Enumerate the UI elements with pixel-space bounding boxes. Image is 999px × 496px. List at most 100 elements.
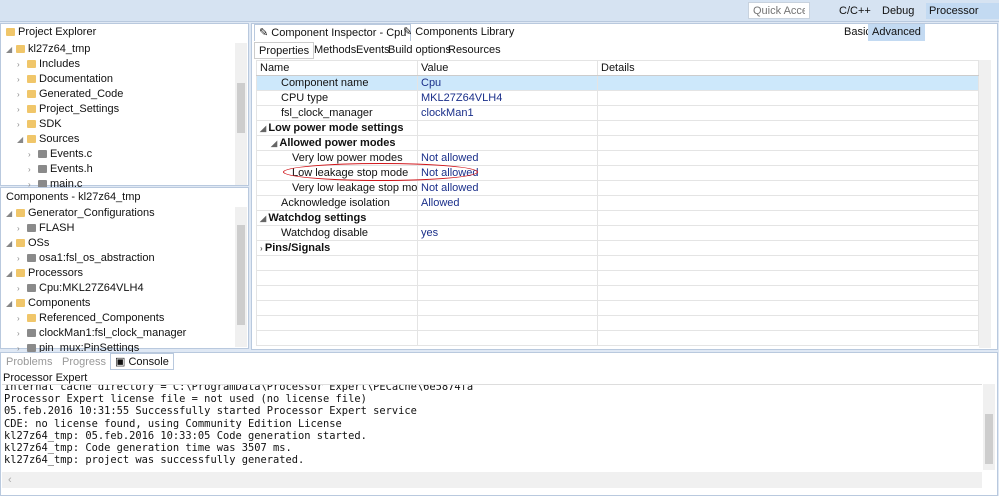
tree-item[interactable]: › Cpu:MKL27Z64VLH4 bbox=[17, 281, 144, 296]
tree-item[interactable]: › Project_Settings bbox=[17, 102, 119, 117]
property-details bbox=[597, 210, 979, 226]
collapsed-arrow-icon[interactable]: › bbox=[17, 221, 27, 236]
mode-advanced-button[interactable]: Advanced bbox=[868, 24, 925, 41]
tree-item[interactable]: › SDK bbox=[17, 117, 62, 132]
collapsed-arrow-icon[interactable]: › bbox=[28, 162, 38, 177]
property-row[interactable]: ◢ Watchdog settings bbox=[256, 210, 979, 226]
tree-item-label: Documentation bbox=[39, 73, 113, 85]
property-row[interactable]: › Pins/Signals bbox=[256, 240, 979, 256]
folder-icon bbox=[16, 45, 25, 53]
property-value[interactable]: yes bbox=[417, 225, 598, 241]
property-row[interactable]: Acknowledge isolation Allowed bbox=[256, 195, 979, 211]
tab-components[interactable]: Components - kl27z64_tmp bbox=[2, 189, 145, 206]
tree-item[interactable]: › osa1:fsl_os_abstraction bbox=[17, 251, 155, 266]
console-line: Processor Expert license file = not used… bbox=[4, 393, 367, 406]
tree-item[interactable]: › Events.c bbox=[28, 147, 92, 162]
components-scrollbar[interactable] bbox=[235, 207, 247, 347]
perspective-processor-expert[interactable]: Processor Expert bbox=[926, 3, 999, 19]
tab-console[interactable]: ▣ Console bbox=[110, 353, 174, 370]
console-vscroll[interactable] bbox=[983, 384, 995, 470]
collapsed-arrow-icon[interactable]: › bbox=[17, 281, 27, 296]
property-row[interactable]: ◢ Allowed power modes bbox=[256, 135, 979, 151]
tab-progress[interactable]: Progress bbox=[58, 354, 110, 371]
property-name: fsl_clock_manager bbox=[281, 107, 373, 119]
column-details[interactable]: Details bbox=[597, 60, 979, 76]
property-row[interactable]: Very low leakage stop mode Not allowed bbox=[256, 180, 979, 196]
tree-item[interactable]: ◢ Processors bbox=[6, 266, 83, 281]
tree-item[interactable]: ◢ OSs bbox=[6, 236, 49, 251]
console-title: Processor Expert bbox=[3, 372, 88, 384]
property-value[interactable] bbox=[417, 240, 598, 256]
tree-item-label: SDK bbox=[39, 118, 62, 130]
tree-item[interactable]: ◢ Components bbox=[6, 296, 90, 311]
expanded-arrow-icon[interactable]: ◢ bbox=[6, 296, 16, 311]
tab-component-inspector[interactable]: ✎ Component Inspector - Cpu bbox=[254, 24, 412, 41]
subtab-properties[interactable]: Properties bbox=[254, 42, 315, 59]
tree-item[interactable]: › Documentation bbox=[17, 72, 113, 87]
collapsed-arrow-icon[interactable]: › bbox=[17, 251, 27, 266]
tree-item-label: Sources bbox=[39, 133, 80, 145]
column-name[interactable]: Name bbox=[256, 60, 418, 76]
expanded-arrow-icon[interactable]: ◢ bbox=[6, 266, 16, 281]
expanded-arrow-icon[interactable]: ◢ bbox=[6, 42, 16, 57]
collapsed-arrow-icon[interactable]: › bbox=[17, 102, 27, 117]
tree-item[interactable]: › Generated_Code bbox=[17, 87, 123, 102]
expanded-arrow-icon[interactable]: ◢ bbox=[6, 236, 16, 251]
property-value[interactable]: MKL27Z64VLH4 bbox=[417, 90, 598, 106]
collapsed-arrow-icon[interactable]: › bbox=[17, 117, 27, 132]
property-row[interactable]: Component name Cpu bbox=[256, 75, 979, 91]
console-output[interactable]: Internal cache directory = C:\ProgramDat… bbox=[2, 384, 982, 469]
project-explorer-scrollbar[interactable] bbox=[235, 43, 247, 185]
property-row[interactable]: ◢ Low power mode settings bbox=[256, 120, 979, 136]
collapsed-arrow-icon[interactable]: › bbox=[17, 326, 27, 341]
property-details bbox=[597, 90, 979, 106]
tree-item[interactable]: ◢ kl27z64_tmp bbox=[6, 42, 90, 57]
collapsed-arrow-icon[interactable]: › bbox=[17, 72, 27, 87]
property-details bbox=[597, 120, 979, 136]
property-value[interactable]: Not allowed bbox=[417, 180, 598, 196]
expanded-arrow-icon[interactable]: ◢ bbox=[6, 206, 16, 221]
collapsed-arrow-icon[interactable]: › bbox=[17, 311, 27, 326]
column-value[interactable]: Value bbox=[417, 60, 598, 76]
tree-item-label: Generated_Code bbox=[39, 88, 124, 100]
property-value[interactable]: Not allowed bbox=[417, 150, 598, 166]
perspective-cc[interactable]: C/C++ bbox=[836, 3, 874, 19]
tab-project-explorer[interactable]: Project Explorer bbox=[2, 24, 100, 41]
subtab-resources[interactable]: Resources bbox=[444, 42, 505, 59]
properties-scrollbar[interactable] bbox=[979, 60, 991, 348]
property-value[interactable] bbox=[417, 210, 598, 226]
tree-item-label: Events.h bbox=[50, 163, 93, 175]
folder-icon bbox=[16, 269, 25, 277]
tree-item[interactable]: › Events.h bbox=[28, 162, 93, 177]
property-value[interactable]: Cpu bbox=[417, 75, 598, 91]
tree-item-label: Processors bbox=[28, 267, 84, 279]
quick-access-input[interactable] bbox=[748, 2, 810, 19]
property-value[interactable] bbox=[417, 120, 598, 136]
property-row[interactable]: Watchdog disable yes bbox=[256, 225, 979, 241]
collapsed-arrow-icon[interactable]: › bbox=[17, 87, 27, 102]
tree-item[interactable]: › Includes bbox=[17, 57, 80, 72]
console-line: 05.feb.2016 10:31:55 Successfully starte… bbox=[4, 405, 417, 418]
collapsed-arrow-icon[interactable]: › bbox=[28, 147, 38, 162]
console-hscroll[interactable]: ‹ bbox=[2, 472, 982, 488]
tree-item[interactable]: ◢ Generator_Configurations bbox=[6, 206, 155, 221]
tree-item[interactable]: › Referenced_Components bbox=[17, 311, 164, 326]
collapsed-arrow-icon[interactable]: › bbox=[17, 57, 27, 72]
property-details bbox=[597, 75, 979, 91]
property-row[interactable]: CPU type MKL27Z64VLH4 bbox=[256, 90, 979, 106]
tab-components-library[interactable]: ✎ Components Library bbox=[399, 24, 518, 41]
tree-item[interactable]: › clockMan1:fsl_clock_manager bbox=[17, 326, 186, 341]
tree-item[interactable]: ◢ Sources bbox=[17, 132, 79, 147]
folder-icon bbox=[6, 28, 15, 36]
tree-item[interactable]: › FLASH bbox=[17, 221, 74, 236]
component-icon bbox=[27, 224, 36, 232]
folder-icon bbox=[27, 314, 36, 322]
component-icon bbox=[27, 284, 36, 292]
property-value[interactable] bbox=[417, 135, 598, 151]
property-value[interactable]: Allowed bbox=[417, 195, 598, 211]
expanded-arrow-icon[interactable]: ◢ bbox=[17, 132, 27, 147]
tab-problems[interactable]: Problems bbox=[2, 354, 56, 371]
property-value[interactable]: clockMan1 bbox=[417, 105, 598, 121]
perspective-debug[interactable]: Debug bbox=[879, 3, 917, 19]
property-row[interactable]: fsl_clock_manager clockMan1 bbox=[256, 105, 979, 121]
